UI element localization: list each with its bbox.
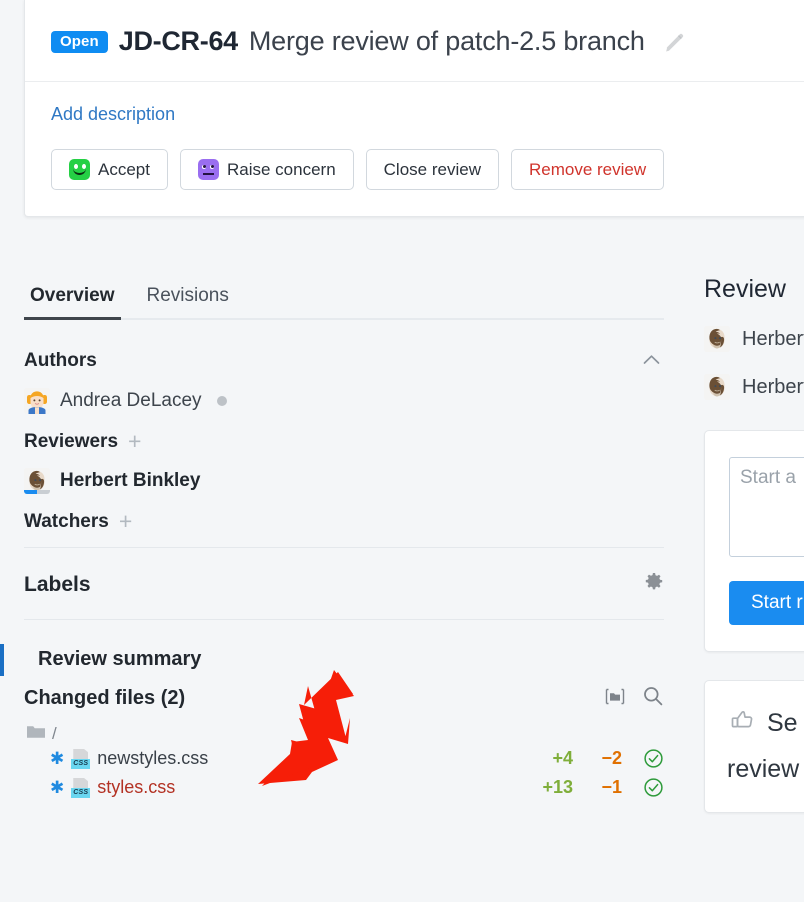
review-participant-name: Herbert <box>742 375 804 398</box>
review-promo-line2: review <box>727 755 800 784</box>
author-entry[interactable]: Andrea DeLacey <box>24 388 664 414</box>
issue-actions-area: Add description Accept Raise concern Clo… <box>25 82 804 216</box>
css-file-icon: CSS <box>71 748 91 769</box>
reviewed-check-icon[interactable] <box>643 777 664 798</box>
add-description-link[interactable]: Add description <box>51 104 175 125</box>
review-promo-text: Se <box>727 705 804 745</box>
review-promo-card: Se review <box>704 680 804 813</box>
css-file-icon: CSS <box>71 777 91 798</box>
close-review-button[interactable]: Close review <box>365 149 499 191</box>
comment-input[interactable]: Start a <box>729 457 804 557</box>
remove-review-button-label: Remove review <box>528 160 647 179</box>
search-icon[interactable] <box>642 685 664 712</box>
reviewers-section-header: Reviewers + <box>24 430 664 453</box>
content-tabs: Overview Revisions <box>24 285 664 320</box>
raise-concern-button[interactable]: Raise concern <box>179 149 354 191</box>
tab-overview[interactable]: Overview <box>24 285 121 320</box>
accept-button[interactable]: Accept <box>51 149 168 191</box>
raise-concern-button-label: Raise concern <box>226 160 336 179</box>
lines-added: +4 <box>552 748 573 768</box>
file-status-star-icon: ✱ <box>50 749 65 768</box>
reviewed-check-icon[interactable] <box>643 748 664 769</box>
purple-frown-face-icon <box>197 159 219 181</box>
authors-heading: Authors <box>24 349 97 371</box>
bearded-man-avatar <box>704 374 730 400</box>
watchers-heading: Watchers <box>24 510 109 532</box>
issue-key[interactable]: JD-CR-64 <box>119 26 238 57</box>
tab-revisions-label: Revisions <box>146 285 229 306</box>
blonde-pigtails-avatar <box>24 388 50 414</box>
review-participant[interactable]: Herbert <box>704 326 804 352</box>
file-row[interactable]: ✱ CSS styles.css +13 −1 <box>24 773 664 802</box>
changed-files-heading: Changed files (2) <box>24 687 186 709</box>
labels-section: Labels <box>24 548 664 620</box>
accept-button-label: Accept <box>98 160 150 179</box>
root-folder-label: / <box>52 724 57 743</box>
bearded-man-avatar <box>24 468 50 494</box>
remove-review-button[interactable]: Remove review <box>510 149 665 191</box>
review-sidebar: Review Herbert Herbert Start a Start r S… <box>704 275 804 813</box>
watchers-section-header: Watchers + <box>24 510 664 533</box>
review-summary-heading: Review summary <box>0 644 664 676</box>
status-dot <box>216 396 227 406</box>
labels-heading: Labels <box>24 572 91 596</box>
reviewers-heading: Reviewers <box>24 430 119 452</box>
chevron-up-icon[interactable] <box>639 348 664 373</box>
tab-overview-label: Overview <box>30 285 115 306</box>
new-discussion-card: Start a Start r <box>704 430 804 652</box>
authors-section-header: Authors <box>24 348 664 373</box>
add-reviewer-plus-icon[interactable]: + <box>128 430 141 453</box>
folder-icon <box>26 724 46 744</box>
close-review-button-label: Close review <box>383 160 481 179</box>
folder-tree-icon[interactable] <box>604 687 626 711</box>
lines-added: +13 <box>542 777 573 797</box>
file-name: styles.css <box>97 777 176 797</box>
reviewer-progress-bar <box>24 490 50 494</box>
changed-files-header: Changed files (2) <box>24 685 664 712</box>
file-status-star-icon: ✱ <box>50 778 65 797</box>
issue-header-card: Open JD-CR-64 Merge review of patch-2.5 … <box>24 0 804 218</box>
add-watcher-plus-icon[interactable]: + <box>119 510 132 533</box>
green-smiley-face-icon <box>69 159 90 181</box>
review-page: Open JD-CR-64 Merge review of patch-2.5 … <box>0 0 804 902</box>
review-sidebar-title: Review <box>704 275 786 303</box>
tab-revisions[interactable]: Revisions <box>141 285 235 318</box>
thumbs-up-icon <box>727 705 757 745</box>
review-participant[interactable]: Herbert <box>704 374 804 400</box>
action-button-row: Accept Raise concern Close review Remove… <box>51 149 804 191</box>
review-participant-name: Herbert <box>742 327 804 350</box>
author-name: Andrea DeLacey <box>60 390 202 411</box>
bearded-man-avatar <box>704 326 730 352</box>
file-row[interactable]: ✱ CSS newstyles.css +4 −2 <box>24 744 664 773</box>
lines-removed: −2 <box>601 748 622 768</box>
review-promo-line1: Se <box>767 709 798 737</box>
start-review-button[interactable]: Start r <box>729 581 804 625</box>
reviewer-name: Herbert Binkley <box>60 470 201 491</box>
reviewer-entry[interactable]: Herbert Binkley <box>24 468 664 494</box>
root-folder-row[interactable]: / <box>24 724 664 744</box>
gear-icon[interactable] <box>644 572 664 597</box>
review-promo-line2-row: review <box>727 751 804 787</box>
file-name: newstyles.css <box>97 748 209 768</box>
overview-panel: Authors Andrea DeLacey Reviewers + Herbe… <box>0 348 664 802</box>
issue-title-row: Open JD-CR-64 Merge review of patch-2.5 … <box>25 0 804 82</box>
pencil-icon[interactable] <box>662 29 688 55</box>
issue-summary[interactable]: Merge review of patch-2.5 branch <box>249 26 645 57</box>
lines-removed: −1 <box>601 777 622 797</box>
status-badge: Open <box>51 30 108 53</box>
